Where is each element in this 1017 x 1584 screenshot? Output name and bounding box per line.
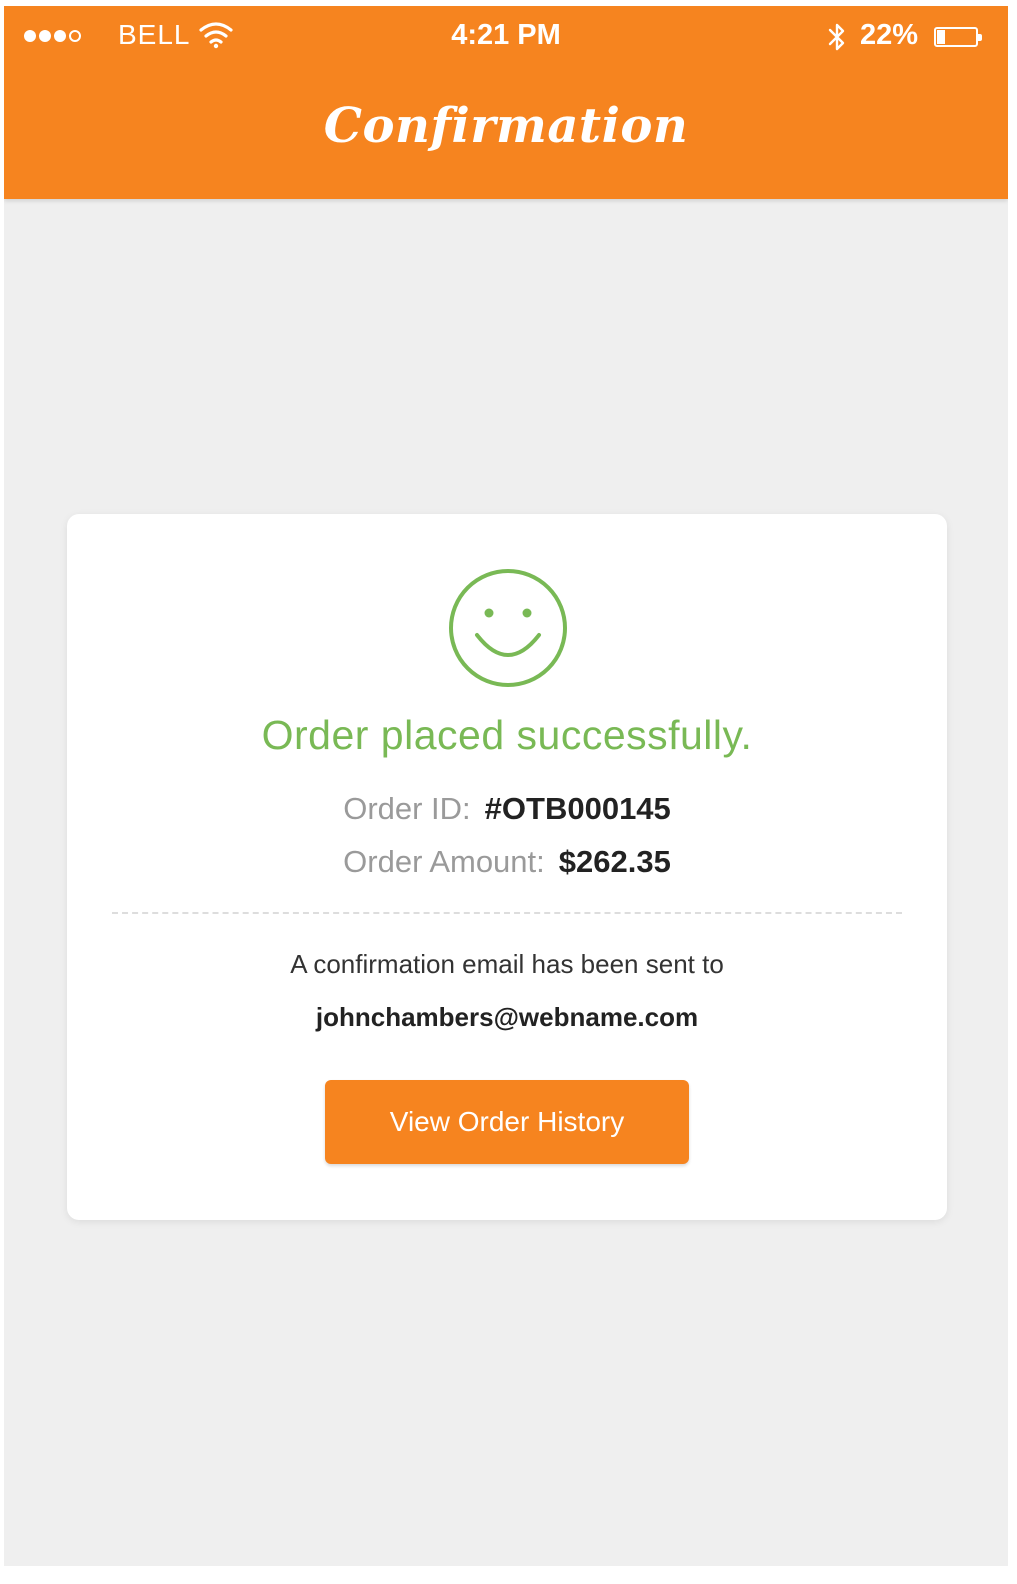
- order-id-row: Order ID: #OTB000145: [67, 791, 947, 827]
- status-time: 4:21 PM: [451, 19, 561, 51]
- order-amount-row: Order Amount: $262.35: [67, 844, 947, 880]
- page-title: Confirmation: [323, 98, 689, 154]
- battery-icon: [934, 27, 982, 47]
- order-amount-value: $262.35: [558, 844, 671, 879]
- bluetooth-icon: [828, 23, 845, 51]
- order-amount-label: Order Amount:: [343, 844, 545, 879]
- battery-percentage: 22%: [860, 19, 919, 51]
- confirmation-card: Order placed successfully. Order ID: #OTB…: [67, 514, 947, 1220]
- divider: [112, 912, 902, 914]
- email-address: johnchambers@webname.com: [315, 1002, 699, 1032]
- app-screen: BELL 4:21 PM 22% Confirmation Order plac…: [4, 6, 1008, 1566]
- status-bar: BELL 4:21 PM 22%: [4, 6, 1008, 72]
- top-bar: BELL 4:21 PM 22% Confirmation: [4, 6, 1008, 199]
- view-order-history-button[interactable]: View Order History: [325, 1080, 689, 1164]
- smiley-icon: [449, 569, 567, 687]
- email-message: A confirmation email has been sent to: [290, 949, 724, 979]
- success-message: Order placed successfully.: [261, 712, 753, 758]
- order-id-value: #OTB000145: [484, 791, 671, 826]
- order-id-label: Order ID:: [343, 791, 471, 826]
